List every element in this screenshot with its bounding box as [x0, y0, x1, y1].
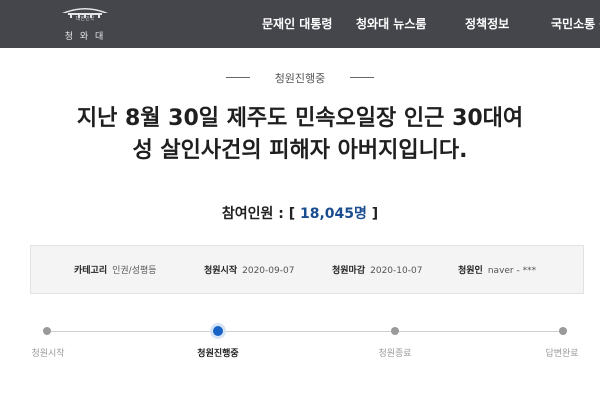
status-label: 청원진행중	[274, 72, 326, 85]
info-petitioner-key: 청원인	[458, 266, 483, 276]
progress-step-label-ongoing: 청원진행중	[197, 349, 239, 359]
info-end-key: 청원마감	[332, 266, 366, 276]
nav-item-communication[interactable]: 국민소통 광	[551, 15, 600, 32]
participant-count: 참여인원 : [ 18,045명 ]	[0, 203, 600, 223]
info-start-value: 2020-09-07	[242, 266, 295, 276]
progress-step-dot-ongoing	[213, 326, 223, 336]
info-category-value: 인권/성평등	[112, 266, 157, 276]
top-navigation-bar: 대한민국 청 와 대 문재인 대통령 청와대 뉴스룸 정책정보 국민소통 광	[0, 0, 600, 48]
progress-step-dot-closed	[391, 327, 399, 335]
nav-item-newsroom[interactable]: 청와대 뉴스룸	[356, 15, 426, 32]
info-category: 카테고리 인권/성평등	[74, 263, 157, 276]
progress-step-label-answered: 답변완료	[545, 349, 579, 359]
status-divider-right	[350, 77, 374, 78]
nav-item-policy[interactable]: 정책정보	[465, 15, 509, 32]
petition-title: 지난 8월 30일 제주도 민속오일장 인근 30대여 성 살인사건의 피해자 …	[40, 103, 560, 167]
progress-step-dot-start	[43, 327, 51, 335]
participant-count-value: 18,045명	[299, 206, 367, 222]
participant-count-close: ]	[371, 206, 379, 222]
progress-step-label-start: 청원시작	[31, 349, 65, 359]
info-end-value: 2020-10-07	[370, 266, 423, 276]
info-petitioner: 청원인 naver - ***	[458, 263, 536, 276]
petition-title-line-1: 지난 8월 30일 제주도 민속오일장 인근 30대여	[76, 106, 524, 131]
info-start-key: 청원시작	[204, 266, 238, 276]
info-category-key: 카테고리	[74, 266, 108, 276]
nav-item-president[interactable]: 문재인 대통령	[262, 15, 332, 32]
info-petitioner-value: naver - ***	[487, 266, 537, 276]
progress-track	[47, 331, 563, 332]
progress-step-dot-answered	[559, 327, 567, 335]
petition-status: 청원진행중	[0, 68, 600, 88]
info-start-date: 청원시작 2020-09-07	[204, 263, 294, 276]
info-end-date: 청원마감 2020-10-07	[332, 263, 422, 276]
participant-count-label: 참여인원 : [	[221, 206, 296, 222]
progress-step-label-closed: 청원종료	[378, 349, 412, 359]
petition-info-box: 카테고리 인권/성평등 청원시작 2020-09-07 청원마감 2020-10-07…	[30, 245, 584, 294]
petition-title-line-2: 성 살인사건의 피해자 아버지입니다.	[132, 138, 468, 163]
main-nav: 문재인 대통령 청와대 뉴스룸 정책정보 국민소통 광	[0, 0, 600, 48]
